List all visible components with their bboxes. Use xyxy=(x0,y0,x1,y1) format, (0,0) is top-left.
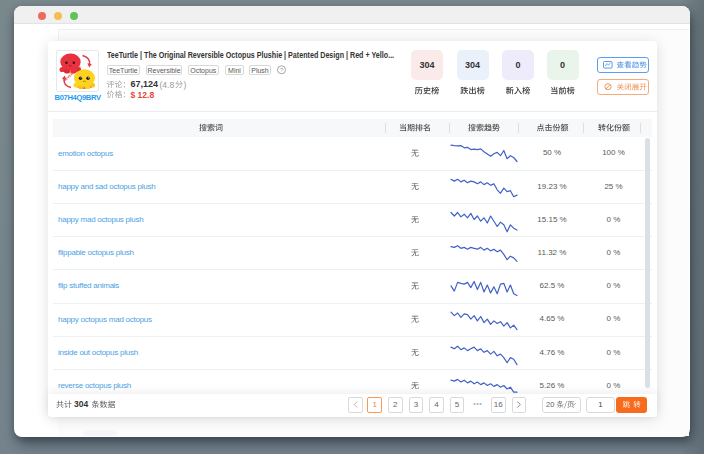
svg-text:?: ? xyxy=(280,67,284,73)
